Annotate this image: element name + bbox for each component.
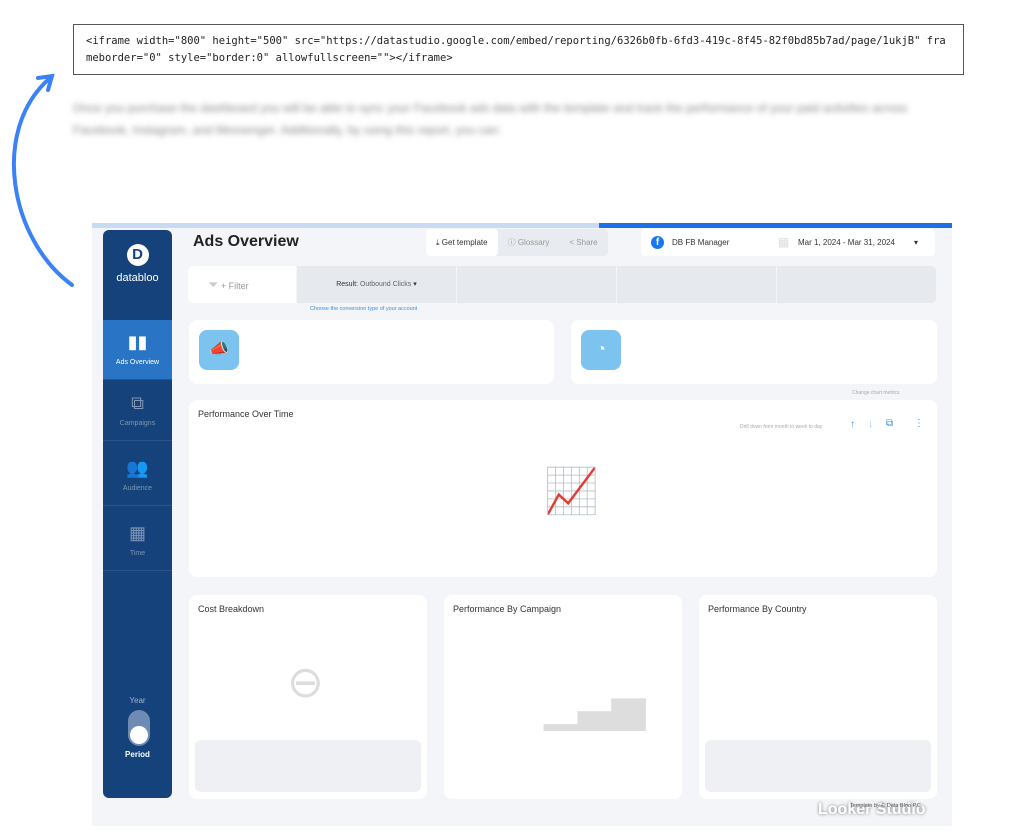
header-actions: ⤓ Get template ⓘ Glossary < Share <box>426 229 608 256</box>
nav-label: Campaigns <box>119 420 156 427</box>
bar-chart-placeholder-icon: ▁▃▅ <box>544 681 646 730</box>
calendar-icon: ▦ <box>778 235 790 249</box>
toggle-label-period: Period <box>125 750 150 759</box>
panel-title: Cost Breakdown <box>198 604 265 614</box>
chevron-down-icon[interactable]: ▾ <box>914 238 918 247</box>
bar-chart-icon: ▮▮ <box>127 332 148 352</box>
drill-hint: Drill down from month to week to day <box>740 424 823 430</box>
megaphone-icon: 📣 <box>199 330 239 370</box>
sidebar-item-audience[interactable]: 👥 Audience <box>103 446 172 506</box>
panel-title: Performance By Country <box>708 604 807 614</box>
performance-over-time-chart: Performance Over Time Drill down from mo… <box>189 400 937 577</box>
table-placeholder <box>195 740 421 792</box>
metrics-hint: Change chart metrics <box>852 390 900 396</box>
brand-logo: Ddatabloo <box>116 244 159 284</box>
sidebar: Ddatabloo ▮▮ Ads Overview ⧉ Campaigns 👥 Aud… <box>103 230 172 798</box>
blurred-description: Once you purchase the dashboard you will… <box>73 101 908 137</box>
kpi-card-ads: 📣 <box>189 320 554 384</box>
filter-icon: ⏷ <box>208 277 219 292</box>
page-title: Ads Overview <box>193 233 299 250</box>
nav-label: Time <box>129 550 146 557</box>
sidebar-item-time[interactable]: ▦ Time <box>103 511 172 571</box>
add-filter-button[interactable]: ⏷ + Filter <box>188 266 296 303</box>
toggle-label-year: Year <box>129 696 146 705</box>
curved-arrow-icon <box>11 73 74 287</box>
conversion-hint: Choose the conversion type of your accou… <box>310 306 418 312</box>
facebook-icon: f <box>651 236 664 249</box>
nav-label: Ads Overview <box>115 359 160 366</box>
get-template-button[interactable]: ⤓ Get template <box>426 229 498 256</box>
account-selector[interactable]: DB FB Manager <box>672 238 729 247</box>
performance-by-country-panel: Performance By Country <box>699 595 937 799</box>
dashboard-embed: Ddatabloo ▮▮ Ads Overview ⧉ Campaigns 👥 Aud… <box>92 223 952 826</box>
panel-title: Performance By Campaign <box>453 604 562 614</box>
pie-chart-placeholder-icon: ⊖ <box>287 658 324 707</box>
template-credit[interactable]: Template by © Data Bloo P.C. <box>850 803 922 809</box>
line-chart-placeholder-icon: 📈 <box>544 467 599 516</box>
hierarchy-icon: ⧉ <box>131 393 144 413</box>
kpi-card-performance: ◔ <box>571 320 937 384</box>
drill-down-icon[interactable]: ↓ <box>868 419 873 430</box>
nav-label: Audience <box>122 485 153 492</box>
users-icon: 👥 <box>126 458 149 478</box>
chart-metrics-icon[interactable]: ⧉ <box>886 418 893 429</box>
calendar-icon: ▦ <box>128 523 146 543</box>
result-dropdown[interactable]: Result: Outbound Clicks ▾ <box>296 266 456 303</box>
share-button[interactable]: < Share <box>559 229 607 256</box>
chart-title: Performance Over Time <box>198 409 294 419</box>
glossary-button[interactable]: ⓘ Glossary <box>498 229 560 256</box>
performance-by-campaign-panel: Performance By Campaign ▁▃▅ <box>444 595 682 799</box>
cost-breakdown-panel: Cost Breakdown ⊖ <box>189 595 427 799</box>
gauge-icon: ◔ <box>581 330 621 370</box>
drill-up-icon[interactable]: ↑ <box>850 419 855 430</box>
filter-bar: ⏷ + Filter Result: Outbound Clicks ▾ <box>188 266 936 303</box>
date-range-picker[interactable]: Mar 1, 2024 - Mar 31, 2024 <box>798 238 895 247</box>
table-placeholder-icon <box>705 740 931 792</box>
embed-code-box[interactable]: <iframe width="800" height="500" src="ht… <box>73 24 964 75</box>
more-options-icon[interactable]: ⋮ <box>914 418 924 429</box>
sidebar-item-ads-overview[interactable]: ▮▮ Ads Overview <box>103 320 172 380</box>
account-date-bar: f DB FB Manager ▦ Mar 1, 2024 - Mar 31, … <box>641 229 935 256</box>
year-period-toggle[interactable] <box>128 710 150 746</box>
sidebar-item-campaigns[interactable]: ⧉ Campaigns <box>103 381 172 441</box>
loading-bar <box>92 223 952 228</box>
